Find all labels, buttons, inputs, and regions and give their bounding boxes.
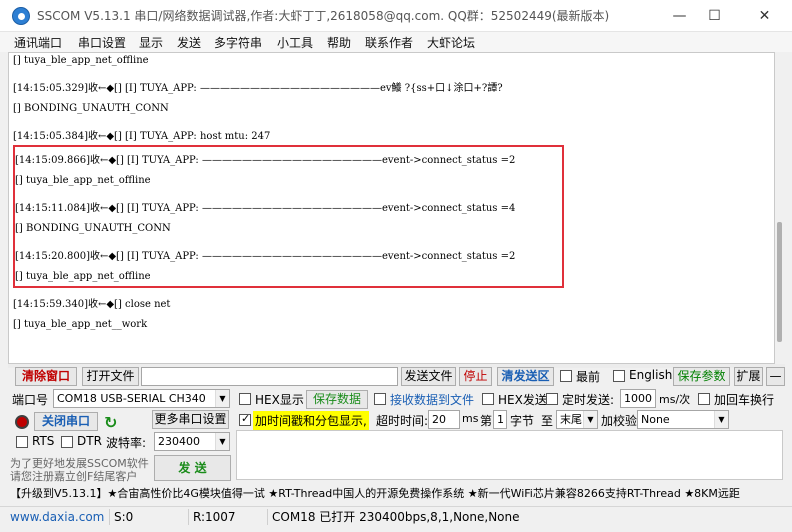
close-button[interactable]: ✕ <box>742 0 787 32</box>
chevron-down-icon: ▼ <box>215 390 229 407</box>
add-crlf-checkbox[interactable] <box>698 393 710 405</box>
save-params-button[interactable]: 保存参数 <box>673 367 730 386</box>
more-port-settings-button[interactable]: 更多串口设置 <box>152 410 229 429</box>
menu-bar: 通讯端口 串口设置 显示 发送 多字符串 小工具 帮助 联系作者 大虾论坛 <box>0 32 792 52</box>
menu-port-settings[interactable]: 串口设置 <box>78 34 126 51</box>
received-count: R:1007 <box>188 509 236 525</box>
timed-interval-input[interactable]: 1000 <box>620 389 656 408</box>
recv-to-file-checkbox[interactable] <box>374 393 386 405</box>
window-title: SSCOM V5.13.1 串口/网络数据调试器,作者:大虾丁丁,2618058… <box>37 9 610 23</box>
scrollbar-thumb[interactable] <box>777 222 782 342</box>
english-label: English <box>629 368 673 382</box>
menu-forum[interactable]: 大虾论坛 <box>427 34 475 51</box>
website-link[interactable]: www.daxia.com <box>6 509 104 525</box>
menu-comm-port[interactable]: 通讯端口 <box>14 34 62 51</box>
send-button[interactable]: 发 送 <box>154 455 231 481</box>
send-file-button[interactable]: 发送文件 <box>401 367 456 386</box>
port-select[interactable]: COM18 USB-SERIAL CH340 ▼ <box>53 389 230 408</box>
topmost-label: 最前 <box>576 370 601 384</box>
timed-send-checkbox[interactable] <box>546 393 558 405</box>
checksum-value: None <box>641 413 670 426</box>
checksum-label: 加校验 <box>601 414 638 428</box>
stop-button[interactable]: 停止 <box>459 367 492 386</box>
menu-send[interactable]: 发送 <box>177 34 201 51</box>
file-path-input[interactable] <box>141 367 398 386</box>
refresh-icon[interactable]: ↻ <box>104 415 120 431</box>
checksum-select[interactable]: None ▼ <box>637 410 729 429</box>
highlight-box <box>13 145 564 288</box>
baud-select[interactable]: 230400 ▼ <box>154 432 230 451</box>
maximize-button[interactable]: ☐ <box>692 0 737 32</box>
byte-nth-label: 第 <box>480 414 493 428</box>
hex-display-checkbox[interactable] <box>239 393 251 405</box>
dtr-label: DTR <box>77 434 102 448</box>
log-line: [14:15:05.329]收←◆[] [I] TUYA_APP: ——————… <box>13 83 503 94</box>
status-bar: www.daxia.com S:0 R:1007 COM18 已打开 23040… <box>0 506 792 526</box>
clear-window-button[interactable]: 清除窗口 <box>15 367 77 386</box>
add-crlf-label: 加回车换行 <box>714 393 775 407</box>
timed-unit-label: ms/次 <box>659 393 691 406</box>
port-status-text: COM18 已打开 230400bps,8,1,None,None <box>267 509 520 525</box>
clear-send-area-button[interactable]: 清发送区 <box>497 367 554 386</box>
menu-help[interactable]: 帮助 <box>327 34 351 51</box>
baud-value: 230400 <box>158 435 200 448</box>
to-label: 至 <box>541 414 554 428</box>
to-select[interactable]: 末尾 ▼ <box>556 410 598 429</box>
sent-count: S:0 <box>109 509 133 525</box>
menu-display[interactable]: 显示 <box>139 34 163 51</box>
timeout-unit-label: ms <box>462 412 479 425</box>
port-label: 端口号 <box>12 393 49 407</box>
port-value: COM18 USB-SERIAL CH340 <box>57 392 206 405</box>
hex-display-label: HEX显示 <box>255 393 304 407</box>
timeout-label: 超时时间: <box>376 414 429 428</box>
chevron-down-icon: ▼ <box>714 411 728 428</box>
vertical-scrollbar[interactable] <box>775 52 785 364</box>
rts-checkbox[interactable] <box>16 436 28 448</box>
byte-label: 字节 <box>510 414 535 428</box>
expand-button[interactable]: 扩展 <box>734 367 763 386</box>
send-input-area[interactable] <box>236 430 783 480</box>
to-value: 末尾 <box>560 413 582 426</box>
topmost-checkbox[interactable] <box>560 370 572 382</box>
english-checkbox[interactable] <box>613 370 625 382</box>
close-port-button[interactable]: 关闭串口 <box>34 412 98 431</box>
promo-line-2: 请您注册嘉立创F结尾客户 <box>10 470 138 483</box>
port-status-indicator <box>15 415 29 429</box>
title-bar: SSCOM V5.13.1 串口/网络数据调试器,作者:大虾丁丁,2618058… <box>0 0 792 32</box>
recv-to-file-label[interactable]: 接收数据到文件 <box>390 391 474 408</box>
byte-from-input[interactable]: 1 <box>493 410 507 429</box>
app-logo-icon <box>12 7 30 25</box>
collapse-button[interactable]: — <box>766 367 785 386</box>
timeout-input[interactable]: 20 <box>428 410 460 429</box>
chevron-down-icon: ▼ <box>583 411 597 428</box>
save-data-button[interactable]: 保存数据 <box>306 390 368 409</box>
log-line: [14:15:05.384]收←◆[] [I] TUYA_APP: host m… <box>13 131 271 142</box>
dtr-checkbox[interactable] <box>61 436 73 448</box>
timestamp-checkbox[interactable] <box>239 412 251 426</box>
hex-send-checkbox[interactable] <box>482 393 494 405</box>
timestamp-label: 加时间戳和分包显示, <box>253 411 369 430</box>
hex-send-label: HEX发送 <box>498 393 547 407</box>
rts-label: RTS <box>32 434 55 448</box>
log-line: [14:15:59.340]收←◆[] close net <box>13 299 171 310</box>
baud-label: 波特率: <box>106 436 147 450</box>
menu-contact-author[interactable]: 联系作者 <box>365 34 413 51</box>
log-line: [] tuya_ble_app_net__work <box>13 319 148 330</box>
menu-tools[interactable]: 小工具 <box>277 34 313 51</box>
chevron-down-icon: ▼ <box>215 433 229 450</box>
news-ticker[interactable]: 【升级到V5.13.1】★合宙高性价比4G模块值得一试 ★RT-Thread中国… <box>0 485 792 503</box>
menu-multi-string[interactable]: 多字符串 <box>214 34 262 51</box>
log-line: [] tuya_ble_app_net_offline <box>13 55 149 66</box>
log-line: [] BONDING_UNAUTH_CONN <box>13 103 169 114</box>
open-file-button[interactable]: 打开文件 <box>82 367 139 386</box>
timed-send-label: 定时发送: <box>562 393 615 407</box>
